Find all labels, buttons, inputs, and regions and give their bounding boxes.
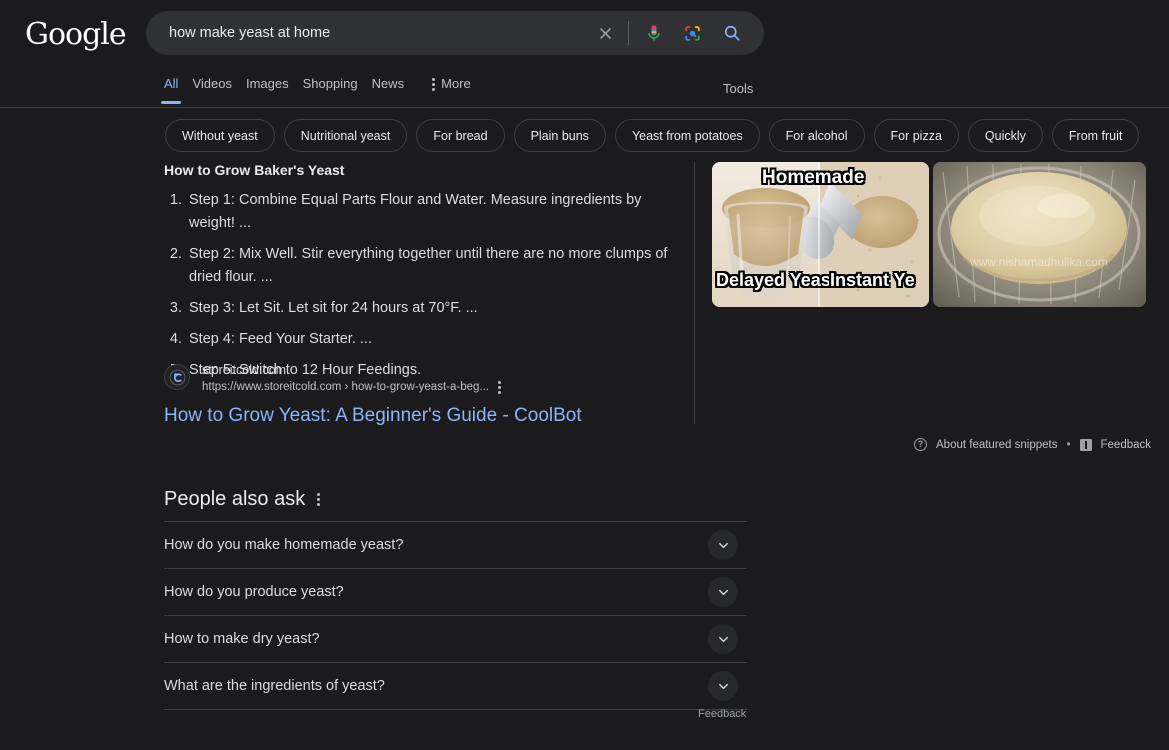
chevron-down-icon[interactable] <box>708 577 738 607</box>
snippet-step: Step 4: Feed Your Starter. ... <box>186 328 676 351</box>
paa-question-label: How do you make homemade yeast? <box>164 537 403 553</box>
tab-all[interactable]: All <box>164 76 192 104</box>
paa-question-4[interactable]: What are the ingredients of yeast? <box>164 662 747 709</box>
chevron-down-icon[interactable] <box>708 671 738 701</box>
yeast-starter-bowl-photo: www.nishamadhulika.com <box>933 162 1146 307</box>
chip-nutritional-yeast[interactable]: Nutritional yeast <box>284 119 408 152</box>
people-also-ask-header: People also ask <box>164 486 320 513</box>
source-url: https://www.storeitcold.com › how-to-gro… <box>202 379 489 395</box>
more-vertical-icon <box>432 77 435 92</box>
image-caption-homemade: Homemade <box>762 167 864 189</box>
close-icon[interactable] <box>592 20 618 46</box>
snippet-image-row: Homemade Delayed Yeast Instant Ye <box>712 162 1146 307</box>
tab-more[interactable]: More <box>418 76 485 104</box>
paa-feedback-link[interactable]: Feedback <box>698 708 746 720</box>
tab-images[interactable]: Images <box>246 76 303 104</box>
search-divider <box>628 21 629 45</box>
chevron-down-icon[interactable] <box>708 624 738 654</box>
snippet-step: Step 1: Combine Equal Parts Flour and Wa… <box>186 189 676 235</box>
search-nav-tabs: All Videos Images Shopping News More <box>164 76 485 104</box>
chip-without-yeast[interactable]: Without yeast <box>165 119 275 152</box>
chip-from-fruit[interactable]: From fruit <box>1052 119 1139 152</box>
feedback-icon[interactable] <box>1080 439 1092 451</box>
search-input[interactable] <box>147 12 592 54</box>
page-header: Google <box>0 0 1169 108</box>
paa-question-3[interactable]: How to make dry yeast? <box>164 615 747 662</box>
chevron-down-icon[interactable] <box>708 530 738 560</box>
paa-question-1[interactable]: How do you make homemade yeast? <box>164 521 747 568</box>
snippet-step: Step 3: Let Sit. Let sit for 24 hours at… <box>186 297 676 320</box>
source-name: storeitcold.com <box>202 362 501 379</box>
people-also-ask-title: People also ask <box>164 486 305 513</box>
chip-plain-buns[interactable]: Plain buns <box>514 119 606 152</box>
snippet-step: Step 2: Mix Well. Stir everything togeth… <box>186 243 676 289</box>
google-lens-icon[interactable] <box>679 20 705 46</box>
paa-question-label: How do you produce yeast? <box>164 584 344 600</box>
help-circle-icon[interactable]: ? <box>914 438 927 451</box>
tools-button[interactable]: Tools <box>723 81 753 96</box>
more-vertical-icon[interactable] <box>317 492 320 507</box>
featured-snippet-steps: Step 1: Combine Equal Parts Flour and Wa… <box>164 189 676 382</box>
chip-for-bread[interactable]: For bread <box>416 119 504 152</box>
snippet-divider <box>694 162 695 424</box>
search-icon[interactable] <box>719 20 745 46</box>
chip-quickly[interactable]: Quickly <box>968 119 1043 152</box>
paa-bottom-divider <box>164 709 747 710</box>
footer-separator: • <box>1066 439 1070 451</box>
source-url-row: https://www.storeitcold.com › how-to-gro… <box>202 379 501 395</box>
paa-question-2[interactable]: How do you produce yeast? <box>164 568 747 615</box>
snippet-feedback-link[interactable]: Feedback <box>1101 439 1152 451</box>
tab-videos[interactable]: Videos <box>192 76 246 104</box>
result-source[interactable]: storeitcold.com https://www.storeitcold.… <box>164 362 501 395</box>
more-vertical-icon[interactable] <box>498 380 501 395</box>
search-bar[interactable] <box>146 11 764 55</box>
microphone-icon[interactable] <box>641 20 667 46</box>
tab-more-label: More <box>441 76 471 92</box>
people-also-ask-list: How do you make homemade yeast? How do y… <box>164 521 747 710</box>
image-watermark: www.nishamadhulika.com <box>969 255 1108 269</box>
result-source-lines: storeitcold.com https://www.storeitcold.… <box>202 362 501 395</box>
featured-snippet: How to Grow Baker's Yeast Step 1: Combin… <box>164 160 676 390</box>
paa-question-label: What are the ingredients of yeast? <box>164 678 385 694</box>
google-logo[interactable]: Google <box>25 17 126 52</box>
result-title-link[interactable]: How to Grow Yeast: A Beginner's Guide - … <box>164 403 582 428</box>
tab-news[interactable]: News <box>372 76 419 104</box>
chip-for-pizza[interactable]: For pizza <box>874 119 959 152</box>
filter-chips: Without yeast Nutritional yeast For brea… <box>165 119 1139 152</box>
chip-yeast-from-potatoes[interactable]: Yeast from potatoes <box>615 119 760 152</box>
image-caption-instant-yeast: Instant Ye <box>830 270 915 291</box>
snippet-image-1[interactable]: Homemade Delayed Yeast Instant Ye <box>712 162 929 307</box>
paa-question-label: How to make dry yeast? <box>164 631 320 647</box>
chip-for-alcohol[interactable]: For alcohol <box>769 119 865 152</box>
featured-snippet-title: How to Grow Baker's Yeast <box>164 160 676 180</box>
about-featured-snippets-link[interactable]: About featured snippets <box>936 439 1057 451</box>
featured-snippet-footer: ? About featured snippets • Feedback <box>914 438 1151 451</box>
tab-shopping[interactable]: Shopping <box>303 76 372 104</box>
image-caption-delayed-yeast: Delayed Yeast <box>716 270 837 291</box>
snippet-image-2[interactable]: www.nishamadhulika.com <box>933 162 1146 307</box>
coolbot-thermometer-icon <box>164 364 190 390</box>
